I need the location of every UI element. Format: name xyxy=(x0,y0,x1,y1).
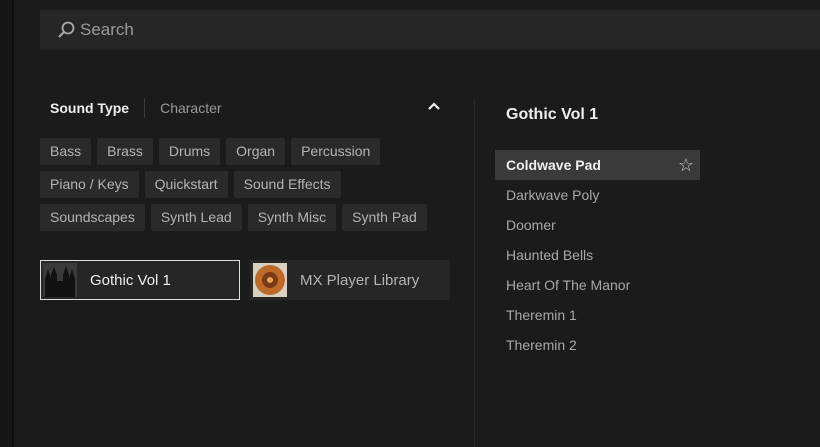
panel-divider xyxy=(474,100,475,447)
tab-divider xyxy=(144,98,146,118)
tag-synth-misc[interactable]: Synth Misc xyxy=(247,204,337,231)
tag-soundscapes[interactable]: Soundscapes xyxy=(40,204,145,231)
preset-item[interactable]: Heart Of The Manor xyxy=(495,270,700,300)
star-icon[interactable]: ☆ xyxy=(678,150,694,180)
tag-bass[interactable]: Bass xyxy=(40,138,92,165)
search-input[interactable]: Search xyxy=(40,10,820,50)
tag-list: Bass Brass Drums Organ Percussion Piano … xyxy=(40,138,450,231)
preset-item[interactable]: Doomer xyxy=(495,210,700,240)
left-sidebar-edge xyxy=(0,0,14,447)
library-name: MX Player Library xyxy=(300,271,420,289)
library-list: Gothic Vol 1 MX Player Library xyxy=(40,260,450,300)
preset-item[interactable]: Coldwave Pad ☆ xyxy=(495,150,700,180)
tag-brass[interactable]: Brass xyxy=(97,138,153,165)
tag-piano-keys[interactable]: Piano / Keys xyxy=(40,171,139,198)
tag-drums[interactable]: Drums xyxy=(158,138,221,165)
preset-item[interactable]: Theremin 2 xyxy=(495,330,700,360)
gothic-cathedral-thumbnail xyxy=(43,263,77,297)
preset-list: Coldwave Pad ☆ Darkwave Poly Doomer Haunt… xyxy=(495,150,700,360)
filter-tabs: Sound Type Character xyxy=(50,98,222,118)
preset-item[interactable]: Darkwave Poly xyxy=(495,180,700,210)
tag-percussion[interactable]: Percussion xyxy=(291,138,381,165)
library-name: Gothic Vol 1 xyxy=(90,271,171,289)
mx-player-thumbnail xyxy=(253,263,287,297)
preset-name: Coldwave Pad xyxy=(506,157,601,173)
preset-item[interactable]: Theremin 1 xyxy=(495,300,700,330)
library-gothic-vol-1[interactable]: Gothic Vol 1 xyxy=(40,260,240,300)
tab-character[interactable]: Character xyxy=(160,100,221,116)
search-icon xyxy=(58,21,75,38)
chevron-up-icon[interactable] xyxy=(427,100,441,112)
tab-sound-type[interactable]: Sound Type xyxy=(50,100,129,116)
tag-organ[interactable]: Organ xyxy=(226,138,286,165)
preset-item[interactable]: Haunted Bells xyxy=(495,240,700,270)
tag-sound-effects[interactable]: Sound Effects xyxy=(233,171,341,198)
library-mx-player[interactable]: MX Player Library xyxy=(250,260,450,300)
library-title: Gothic Vol 1 xyxy=(506,106,599,123)
tag-quickstart[interactable]: Quickstart xyxy=(144,171,228,198)
search-placeholder: Search xyxy=(80,20,134,39)
tag-synth-lead[interactable]: Synth Lead xyxy=(150,204,242,231)
tag-synth-pad[interactable]: Synth Pad xyxy=(342,204,427,231)
